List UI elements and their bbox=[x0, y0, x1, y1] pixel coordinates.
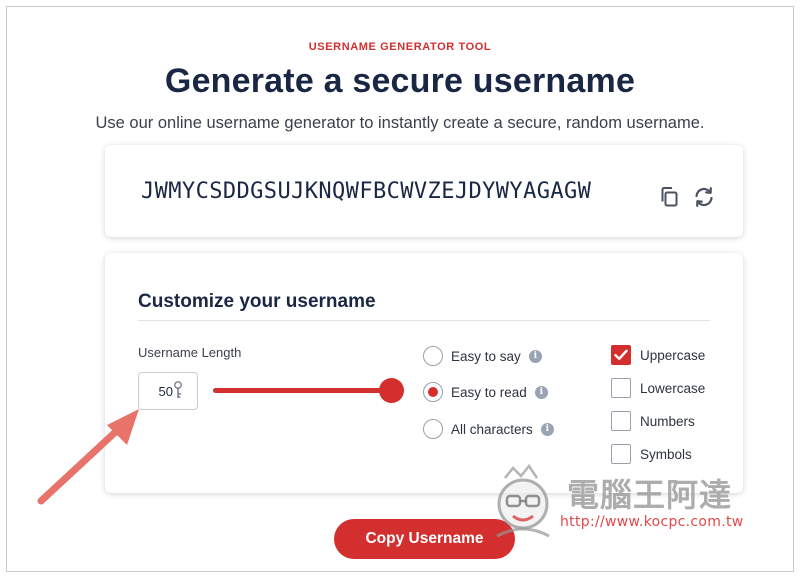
mascot-logo-icon bbox=[496, 463, 550, 538]
length-slider-track[interactable] bbox=[213, 388, 399, 393]
refresh-icon[interactable] bbox=[691, 184, 717, 210]
watermark: 電腦王阿達 http://www.kocpc.com.tw bbox=[483, 462, 758, 544]
customize-divider bbox=[138, 320, 710, 321]
length-slider-handle[interactable] bbox=[379, 378, 404, 403]
radio-easy-to-read[interactable] bbox=[423, 382, 443, 402]
page-subtitle: Use our online username generator to ins… bbox=[95, 114, 705, 132]
length-label: Username Length bbox=[138, 345, 242, 360]
option-label: Easy to read bbox=[451, 384, 527, 400]
annotation-arrow-icon bbox=[37, 409, 139, 505]
option-numbers[interactable]: Numbers bbox=[611, 410, 695, 432]
option-easy-to-say[interactable]: Easy to say i bbox=[423, 345, 542, 367]
option-label: Numbers bbox=[640, 413, 695, 429]
option-label: All characters bbox=[451, 421, 533, 437]
checkbox-numbers[interactable] bbox=[611, 411, 631, 431]
customize-card: Customize your username Username Length … bbox=[105, 253, 743, 493]
radio-easy-to-say[interactable] bbox=[423, 346, 443, 366]
option-uppercase[interactable]: Uppercase bbox=[611, 344, 705, 366]
option-all-characters[interactable]: All characters i bbox=[423, 418, 554, 440]
output-fade bbox=[626, 173, 656, 209]
customize-title: Customize your username bbox=[138, 291, 376, 312]
checkbox-uppercase[interactable] bbox=[611, 345, 631, 365]
eyebrow-label: USERNAME GENERATOR TOOL bbox=[308, 41, 492, 53]
spinner-arrows-icon[interactable] bbox=[173, 379, 183, 401]
page-title: Generate a secure username bbox=[164, 62, 636, 100]
info-icon[interactable]: i bbox=[534, 385, 548, 399]
checkbox-lowercase[interactable] bbox=[611, 378, 631, 398]
checkmark-icon bbox=[614, 349, 628, 360]
option-label: Easy to say bbox=[451, 348, 521, 364]
info-icon[interactable]: i bbox=[528, 349, 542, 363]
watermark-url: http://www.kocpc.com.tw bbox=[560, 514, 744, 530]
username-output-card: JWMYCSDDGSUJKNQWFBCWVZEJDYWYAGAGW bbox=[105, 145, 743, 237]
radio-all-characters[interactable] bbox=[423, 419, 443, 439]
checkbox-symbols[interactable] bbox=[611, 444, 631, 464]
page-frame: USERNAME GENERATOR TOOL Generate a secur… bbox=[6, 6, 794, 572]
option-label: Uppercase bbox=[640, 347, 706, 363]
info-icon[interactable]: i bbox=[540, 422, 554, 436]
option-label: Symbols bbox=[640, 446, 692, 462]
option-easy-to-read[interactable]: Easy to read i bbox=[423, 381, 548, 403]
option-label: Lowercase bbox=[640, 380, 706, 396]
length-input[interactable] bbox=[138, 372, 198, 410]
option-lowercase[interactable]: Lowercase bbox=[611, 377, 705, 399]
radio-selected-dot bbox=[428, 387, 438, 397]
watermark-brand: 電腦王阿達 bbox=[567, 476, 733, 514]
generated-username: JWMYCSDDGSUJKNQWFBCWVZEJDYWYAGAGW bbox=[141, 179, 592, 204]
copy-icon[interactable] bbox=[656, 184, 682, 210]
